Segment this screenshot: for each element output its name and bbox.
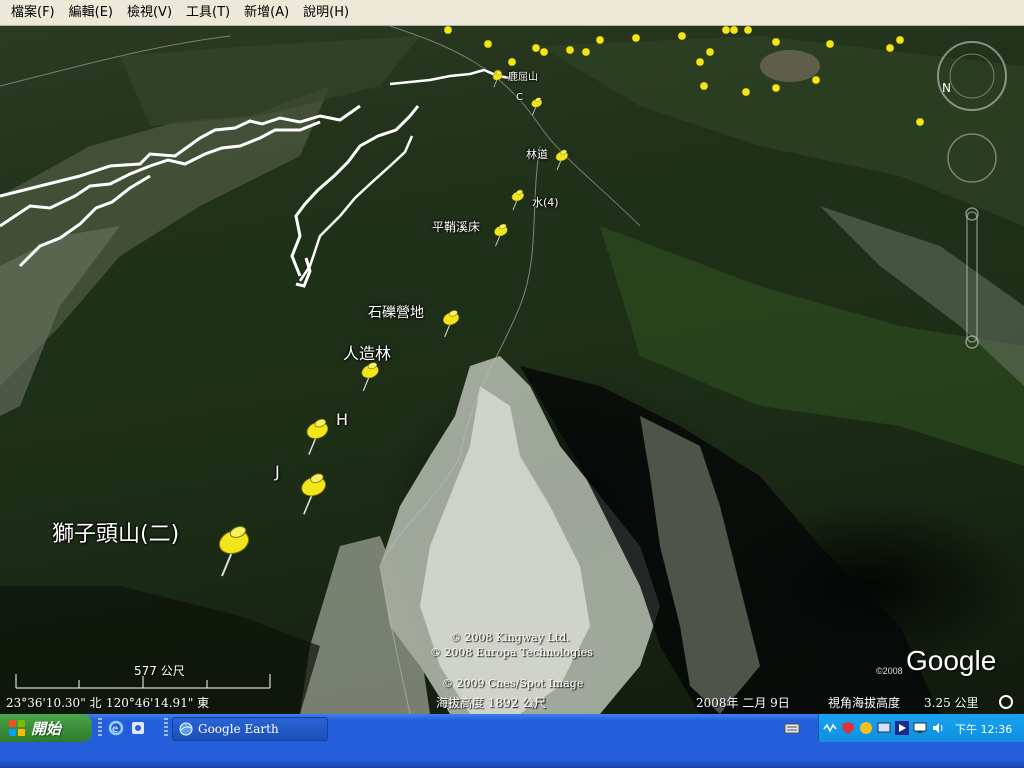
- scale-ruler: [15, 674, 271, 689]
- taskbar-button-google-earth[interactable]: Google Earth: [172, 717, 328, 741]
- look-ring-icon: [937, 41, 1007, 111]
- pushpin-icon[interactable]: [210, 522, 254, 578]
- placemark-label-riverbed[interactable]: 平鞘溪床: [432, 218, 480, 235]
- elevation-readout: 海拔高度 1892 公尺: [436, 696, 547, 710]
- taskbar-button-label: Google Earth: [198, 722, 279, 736]
- placemark-label-h[interactable]: H: [336, 410, 348, 429]
- media-player-icon[interactable]: [130, 720, 146, 736]
- streaming-indicator-icon: [999, 695, 1013, 709]
- pushpin-icon[interactable]: [508, 188, 526, 211]
- menu-tools[interactable]: 工具(T): [179, 0, 237, 26]
- pushpin-icon[interactable]: [490, 70, 504, 88]
- svg-text:e: e: [112, 724, 118, 735]
- navigation-control[interactable]: N: [936, 36, 1008, 366]
- google-logo: Google: [906, 645, 997, 676]
- start-button[interactable]: 開始: [0, 714, 92, 742]
- placemark-label-c[interactable]: C: [516, 92, 523, 103]
- taskbar-grip[interactable]: [98, 718, 102, 738]
- longitude-readout: 120°46'14.91" 東: [106, 696, 210, 710]
- security-shield-icon[interactable]: [841, 721, 855, 735]
- keyboard-icon[interactable]: [784, 720, 800, 736]
- system-tray: 下午 12:36: [818, 714, 1024, 742]
- antivirus-icon[interactable]: [859, 721, 873, 735]
- pushpin-icon[interactable]: [300, 416, 332, 456]
- placemark-label-lion-head-mountain[interactable]: 獅子頭山(二): [52, 516, 179, 548]
- latitude-readout: 23°36'10.30" 北: [6, 696, 102, 710]
- copyright-europa: © 2008 Europa Technologies: [430, 646, 593, 659]
- map-view[interactable]: 獅子頭山(二) J H 人造林 石礫營地 平鞘溪床 水(4) 林道 C 鹿屈山: [0, 26, 1024, 714]
- taskbar-grip[interactable]: [164, 718, 168, 738]
- display-icon[interactable]: [877, 721, 891, 735]
- placemark-label-j[interactable]: J: [275, 462, 280, 481]
- pushpin-icon[interactable]: [490, 222, 510, 247]
- volume-icon[interactable]: [931, 721, 945, 735]
- start-label: 開始: [31, 720, 62, 738]
- menu-help[interactable]: 說明(H): [296, 0, 356, 26]
- pushpin-icon[interactable]: [552, 148, 570, 171]
- clock[interactable]: 下午 12:36: [955, 721, 1012, 737]
- network-icon[interactable]: [823, 721, 837, 735]
- pushpin-icon[interactable]: [528, 96, 544, 116]
- play-icon[interactable]: [895, 721, 909, 735]
- menu-view[interactable]: 檢視(V): [120, 0, 179, 26]
- windows-logo-icon: [9, 720, 25, 736]
- pushpin-icon[interactable]: [438, 308, 462, 338]
- eye-altitude-value: 3.25 公里: [924, 696, 979, 710]
- north-indicator-icon: N: [942, 81, 951, 95]
- placemark-label-deer-mountain[interactable]: 鹿屈山: [508, 68, 538, 83]
- menu-add[interactable]: 新增(A): [237, 0, 296, 26]
- copyright-year: ©2008: [876, 666, 903, 676]
- placemark-label-gravel-camp[interactable]: 石礫營地: [368, 302, 424, 322]
- move-joystick-icon: [947, 133, 997, 183]
- pushpin-icon[interactable]: [356, 360, 382, 392]
- menu-file[interactable]: 檔案(F): [4, 0, 62, 26]
- copyright-cnes: © 2009 Cnes/Spot Image: [442, 677, 584, 690]
- taskbar: 開始 e Google Earth 下午 12:36: [0, 714, 1024, 768]
- internet-explorer-icon[interactable]: e: [108, 720, 124, 736]
- imagery-date: 2008年 二月 9日: [696, 696, 790, 710]
- placemark-label-forest-road[interactable]: 林道: [526, 146, 548, 162]
- zoom-slider-icon: [966, 211, 978, 343]
- copyright-kingway: © 2008 Kingway Ltd.: [450, 631, 570, 644]
- monitor-icon[interactable]: [913, 721, 927, 735]
- pushpin-icon[interactable]: [294, 470, 330, 516]
- menu-bar: 檔案(F) 編輯(E) 檢視(V) 工具(T) 新增(A) 說明(H): [0, 0, 1024, 26]
- menu-edit[interactable]: 編輯(E): [62, 0, 120, 26]
- scale-bar: 577 公尺: [14, 662, 272, 692]
- placemark-label-water-4[interactable]: 水(4): [532, 194, 559, 210]
- eye-altitude-label: 視角海拔高度: [828, 696, 901, 710]
- google-earth-icon: [179, 722, 193, 736]
